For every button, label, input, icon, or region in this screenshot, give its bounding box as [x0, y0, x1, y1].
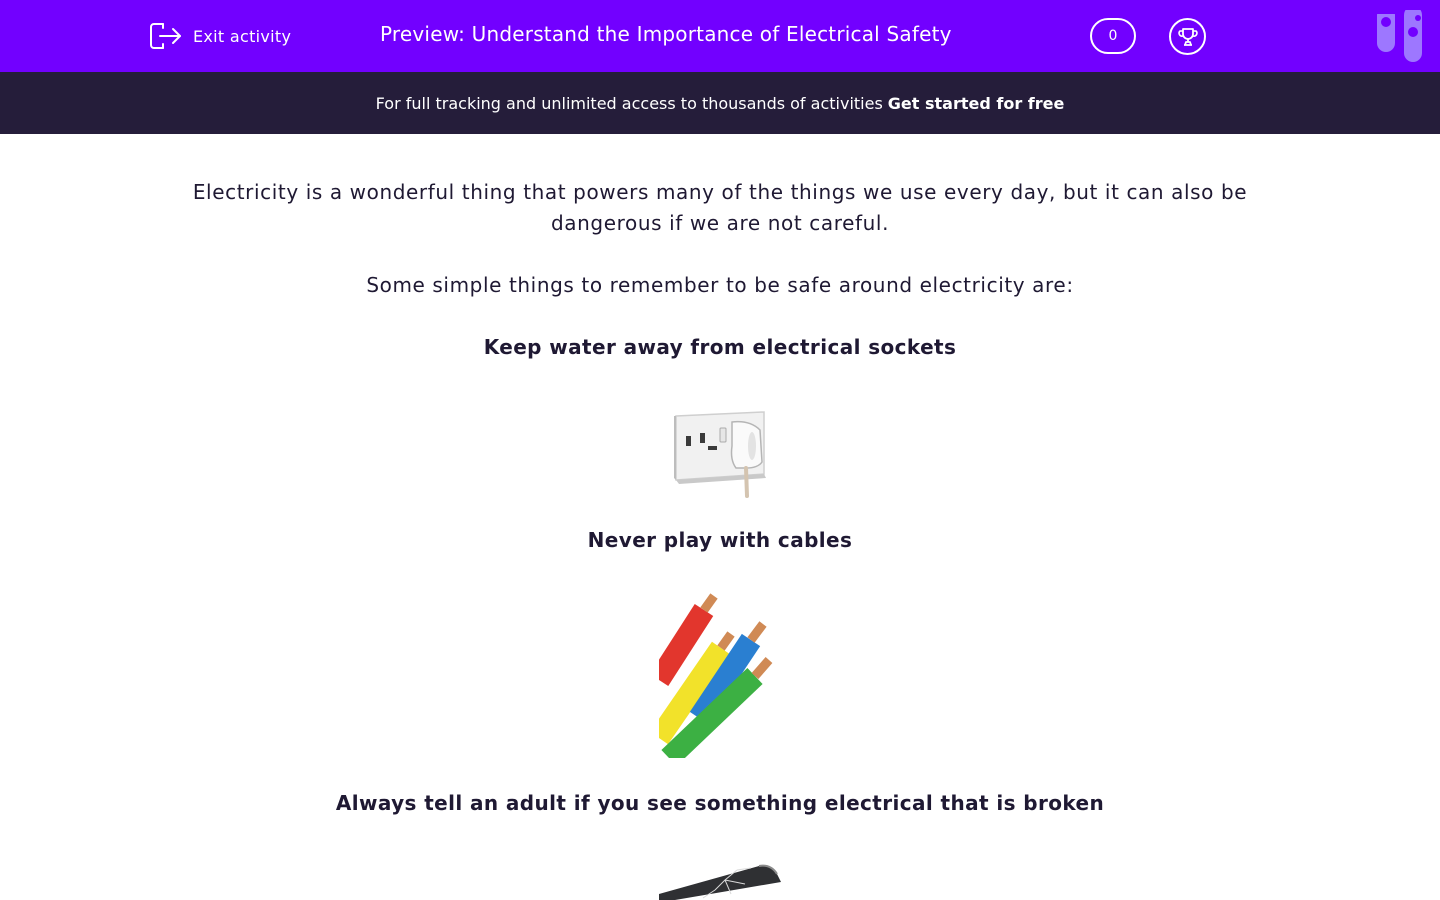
- get-started-link[interactable]: Get started for free: [888, 94, 1065, 113]
- broken-phone-image: [655, 860, 785, 900]
- tip-heading-cables: Never play with cables: [587, 528, 853, 552]
- exit-activity-label: Exit activity: [193, 26, 292, 46]
- signup-banner: For full tracking and unlimited access t…: [0, 72, 1440, 134]
- trophy-button[interactable]: [1169, 18, 1206, 55]
- exit-activity-button[interactable]: Exit activity: [149, 20, 291, 52]
- top-bar: Exit activity Preview: Understand the Im…: [0, 0, 1440, 72]
- lead-paragraph: Some simple things to remember to be saf…: [366, 273, 1074, 297]
- tip-heading-water: Keep water away from electrical sockets: [483, 335, 957, 359]
- intro-paragraph: Electricity is a wonderful thing that po…: [192, 180, 1248, 235]
- score-counter: 0: [1090, 18, 1136, 54]
- cables-image: [659, 588, 782, 758]
- banner-text: For full tracking and unlimited access t…: [375, 93, 883, 113]
- page-title: Preview: Understand the Importance of El…: [380, 22, 952, 46]
- exit-door-icon: [150, 23, 181, 49]
- trophy-icon: [1177, 27, 1198, 46]
- edplace-logo: [1377, 0, 1422, 62]
- plug-socket-image: [646, 400, 796, 498]
- tip-heading-broken: Always tell an adult if you see somethin…: [335, 791, 1105, 815]
